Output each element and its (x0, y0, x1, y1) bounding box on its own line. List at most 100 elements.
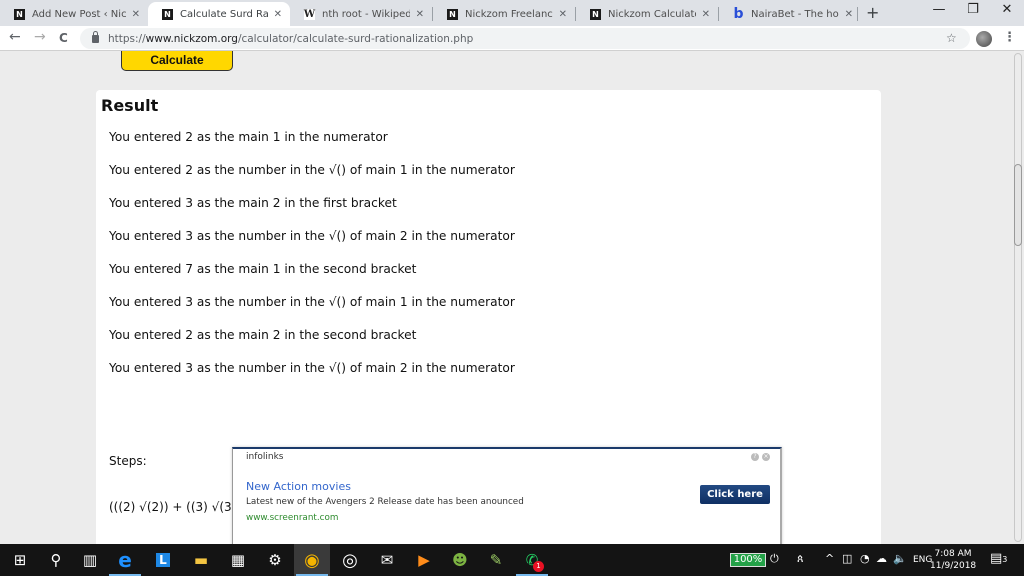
notification-count: 3 (1002, 555, 1008, 564)
people-icon[interactable]: ጰ (797, 552, 804, 566)
url-text: https://www.nickzom.org/calculator/calcu… (108, 32, 474, 45)
close-tab-icon[interactable]: ✕ (132, 9, 140, 20)
battery-indicator[interactable]: 100% (730, 553, 766, 567)
taskbar-chrome[interactable]: ◉ (294, 544, 330, 576)
taskbar: ⊞ ⚲ ▥ e L ▬ ▦ ⚙ ◉ ◎ ✉ ▶ ☻ ✎ ✆ 1 100% ⏻ ጰ … (0, 544, 1024, 576)
ad-description: Latest new of the Avengers 2 Release dat… (246, 497, 524, 507)
media-player-icon: ▶ (418, 551, 430, 569)
nickzom-icon: N (162, 8, 173, 20)
taskbar-file-explorer[interactable]: ▬ (183, 544, 219, 576)
result-line: You entered 7 as the main 1 in the secon… (109, 262, 417, 276)
tab-add-new-post[interactable]: N Add New Post ‹ Nickzor ✕ (0, 2, 148, 26)
taskbar-edge[interactable]: e (107, 544, 143, 576)
result-line: You entered 2 as the main 1 in the numer… (109, 130, 388, 144)
nickzom-icon: N (447, 8, 458, 20)
wifi-icon[interactable]: ◔ (860, 552, 870, 565)
volume-icon[interactable]: 🔈 (893, 552, 907, 565)
gear-icon: ⚙ (268, 551, 282, 569)
profile-avatar[interactable] (976, 31, 992, 47)
tab-title: Add New Post ‹ Nickzor (32, 8, 126, 20)
tab-nickzom-freelance[interactable]: N Nickzom Freelance ✕ (433, 2, 575, 26)
close-tab-icon[interactable]: ✕ (845, 9, 853, 20)
result-line: You entered 3 as the number in the √() o… (109, 295, 515, 309)
tab-title: Nickzom Calculator Sol (608, 8, 696, 20)
address-bar[interactable]: https://www.nickzom.org/calculator/calcu… (80, 28, 970, 49)
search-icon: ⚲ (50, 551, 62, 569)
nickzom-icon: N (14, 8, 25, 20)
browser-toolbar: ← → C https://www.nickzom.org/calculator… (0, 26, 1024, 51)
taskbar-whatsapp[interactable]: ✆ 1 (514, 544, 550, 576)
scrollbar-thumb[interactable] (1014, 164, 1022, 246)
scrollbar-track (1014, 53, 1022, 542)
taskbar-android-studio[interactable]: ☻ (442, 544, 478, 576)
tab-title: Nickzom Freelance (465, 8, 553, 20)
lock-icon (92, 30, 99, 43)
steps-formula: (((2) √(2)) + ((3) √(3)) (109, 500, 242, 514)
clock-time: 7:08 AM (934, 549, 972, 559)
calculate-button[interactable]: Calculate (121, 51, 233, 71)
tab-strip: N Add New Post ‹ Nickzor ✕ N Calculate S… (0, 0, 1024, 26)
show-hidden-icons-chevron[interactable]: ^ (825, 552, 834, 565)
search-button[interactable]: ⚲ (38, 544, 74, 576)
result-line: You entered 3 as the main 2 in the first… (109, 196, 397, 210)
ad-click-here-button[interactable]: Click here (700, 485, 770, 504)
clock[interactable]: 7:08 AM 11/9/2018 (930, 548, 976, 572)
task-view-button[interactable]: ▥ (72, 544, 108, 576)
ad-display-url[interactable]: www.screenrant.com (246, 513, 338, 523)
taskbar-l-app[interactable]: L (145, 544, 181, 576)
steps-label: Steps: (109, 454, 147, 468)
tab-title: Calculate Surd Rationali (180, 8, 268, 20)
bookmark-star-icon[interactable]: ☆ (946, 31, 957, 45)
power-plug-icon: ⏻ (770, 552, 779, 565)
ad-help-icon[interactable]: ? (751, 453, 759, 461)
notification-badge: 1 (533, 561, 544, 572)
close-tab-icon[interactable]: ✕ (274, 9, 282, 20)
result-heading: Result (101, 96, 159, 115)
close-tab-icon[interactable]: ✕ (416, 9, 424, 20)
nairabet-icon: b (733, 6, 744, 22)
close-tab-icon[interactable]: ✕ (559, 9, 567, 20)
calculator-icon: ▦ (230, 551, 246, 569)
tab-nairabet[interactable]: b NairaBet - The home of ✕ (719, 2, 861, 26)
edge-icon: e (118, 548, 132, 572)
notepad-icon: ✎ (489, 551, 503, 569)
clock-date: 11/9/2018 (930, 561, 977, 571)
ad-title-link[interactable]: New Action movies (246, 480, 351, 493)
result-line: You entered 3 as the number in the √() o… (109, 229, 515, 243)
task-view-icon: ▥ (82, 551, 98, 569)
new-tab-button[interactable]: + (866, 3, 879, 22)
tab-title: nth root - Wikipedia (322, 8, 410, 20)
close-tab-icon[interactable]: ✕ (702, 9, 710, 20)
page-scrollbar[interactable] (1012, 51, 1024, 544)
taskbar-groove[interactable]: ◎ (332, 544, 368, 576)
taskbar-calculator[interactable]: ▦ (220, 544, 256, 576)
tab-nth-root[interactable]: W nth root - Wikipedia ✕ (290, 2, 432, 26)
onedrive-icon[interactable]: ☁ (876, 552, 887, 565)
forward-button[interactable]: → (34, 29, 46, 45)
start-button[interactable]: ⊞ (2, 544, 38, 576)
taskbar-media-player[interactable]: ▶ (406, 544, 442, 576)
tab-calculate-surd[interactable]: N Calculate Surd Rationali ✕ (148, 2, 290, 26)
ad-close-icon[interactable]: × (762, 453, 770, 461)
action-center-icon[interactable]: ▤3 (990, 551, 1007, 566)
nickzom-icon: N (590, 8, 601, 20)
minimize-button[interactable]: — (924, 2, 954, 17)
ad-controls: ? × (751, 453, 770, 461)
taskbar-notepad[interactable]: ✎ (478, 544, 514, 576)
wikipedia-icon: W (303, 8, 316, 20)
browser-menu-icon[interactable]: ⋮ (1003, 30, 1016, 45)
taskbar-settings[interactable]: ⚙ (257, 544, 293, 576)
result-line: You entered 2 as the main 2 in the secon… (109, 328, 417, 342)
mail-icon: ✉ (380, 551, 394, 569)
reload-button[interactable]: C (59, 31, 68, 45)
tab-separator (857, 7, 858, 21)
l-app-icon: L (156, 553, 170, 567)
ad-brand: infolinks (246, 452, 284, 462)
taskbar-mail[interactable]: ✉ (369, 544, 405, 576)
restore-button[interactable]: ❐ (958, 2, 988, 17)
window-close-button[interactable]: ✕ (992, 2, 1022, 17)
groove-icon: ◎ (342, 549, 358, 571)
network-icon[interactable]: ◫ (842, 552, 852, 565)
tab-nickzom-calculator[interactable]: N Nickzom Calculator Sol ✕ (576, 2, 718, 26)
back-button[interactable]: ← (9, 29, 21, 45)
